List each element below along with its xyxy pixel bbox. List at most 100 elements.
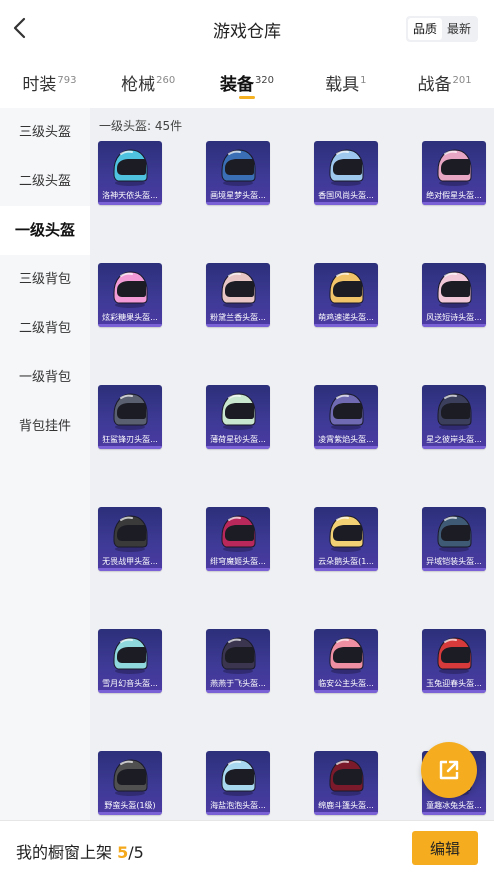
item-name: 绵鹿斗篷头盔... [318, 801, 374, 810]
active-tab-indicator [238, 96, 255, 99]
item-card[interactable]: 海盐泡泡头盔... [206, 751, 270, 815]
helmet-icon [113, 515, 148, 552]
item-card[interactable]: 凌霄紫焰头盔... [314, 385, 378, 449]
sidebar-item-level3-helmet[interactable]: 三级头盔 [0, 108, 90, 157]
item-card[interactable]: 野蛮头盔(1级) [98, 751, 162, 815]
helmet-icon [329, 149, 364, 186]
item-card[interactable]: 香国风尚头盔... [314, 141, 378, 205]
item-card[interactable]: 临安公主头盔... [314, 629, 378, 693]
item-name: 童趣冰兔头盔... [426, 801, 482, 810]
item-name: 粉黛兰香头盔... [210, 313, 266, 322]
helmet-icon [221, 759, 256, 796]
item-name: 云朵鹅头盔(1... [318, 557, 374, 566]
item-name: 香国风尚头盔... [318, 191, 374, 200]
sidebar-item-level1-helmet[interactable]: 一级头盔 [0, 206, 90, 255]
helmet-icon [113, 271, 148, 308]
section-title: 一级头盔: 45件 [99, 119, 183, 133]
helmet-icon [329, 271, 364, 308]
sidebar-item-backpack-charm[interactable]: 背包挂件 [0, 402, 90, 451]
item-name: 洛神天依头盔... [102, 191, 158, 200]
sidebar-item-level3-backpack[interactable]: 三级背包 [0, 255, 90, 304]
item-card[interactable]: 绵鹿斗篷头盔... [314, 751, 378, 815]
tab-count: 1 [360, 75, 367, 87]
helmet-icon [437, 515, 472, 552]
item-name: 画境星梦头盔... [210, 191, 266, 200]
item-card[interactable]: 炫彩糖果头盔... [98, 263, 162, 327]
item-card[interactable]: 异域铠装头盔... [422, 507, 486, 571]
item-card[interactable]: 玉兔迎春头盔... [422, 629, 486, 693]
item-card[interactable]: 粉黛兰香头盔... [206, 263, 270, 327]
share-icon [439, 760, 459, 780]
item-card[interactable]: 无畏战甲头盔... [98, 507, 162, 571]
item-name: 临安公主头盔... [318, 679, 374, 688]
sidebar-item-level2-helmet[interactable]: 二级头盔 [0, 157, 90, 206]
item-grid: 洛神天依头盔... 画境星梦头盔... 香国风尚头盔... 绝对假星头盔... 炫彩糖果… [98, 141, 486, 815]
tab-label: 载具 [325, 75, 360, 95]
item-name: 异域铠装头盔... [426, 557, 482, 566]
item-name: 风送短诗头盔... [426, 313, 482, 322]
item-card[interactable]: 雪月幻音头盔... [98, 629, 162, 693]
header: 游戏仓库 品质 最新 [0, 0, 494, 58]
item-card[interactable]: 云朵鹅头盔(1... [314, 507, 378, 571]
item-name: 凌霄紫焰头盔... [318, 435, 374, 444]
sort-option-latest[interactable]: 最新 [442, 18, 476, 40]
sidebar-item-level2-backpack[interactable]: 二级背包 [0, 304, 90, 353]
helmet-icon [113, 637, 148, 674]
tab-fashion[interactable]: 时装793 [0, 58, 98, 95]
helmet-icon [221, 393, 256, 430]
helmet-icon [221, 515, 256, 552]
item-name: 玉兔迎春头盔... [426, 679, 482, 688]
item-name: 狂鲨锋刃头盔... [102, 435, 158, 444]
item-card[interactable]: 星之彼岸头盔... [422, 385, 486, 449]
item-card[interactable]: 薄荷星砂头盔... [206, 385, 270, 449]
item-card[interactable]: 狂鲨锋刃头盔... [98, 385, 162, 449]
showcase-bar: 我的橱窗上架 5/5 编辑 [0, 820, 494, 875]
helmet-icon [437, 393, 472, 430]
helmet-icon [221, 637, 256, 674]
item-name: 雪月幻音头盔... [102, 679, 158, 688]
showcase-count: 5 [117, 843, 129, 862]
share-button[interactable] [421, 742, 477, 798]
item-name: 星之彼岸头盔... [426, 435, 482, 444]
helmet-icon [329, 759, 364, 796]
tab-label: 装备 [219, 75, 254, 95]
helmet-icon [113, 759, 148, 796]
tab-count: 260 [156, 75, 176, 87]
tab-equipment[interactable]: 装备320 [198, 58, 296, 99]
item-name: 萌鸡速递头盔... [318, 313, 374, 322]
edit-button[interactable]: 编辑 [412, 831, 478, 865]
sidebar-item-level1-backpack[interactable]: 一级背包 [0, 353, 90, 402]
item-card[interactable]: 风送短诗头盔... [422, 263, 486, 327]
item-grid-panel: 一级头盔: 45件 洛神天依头盔... 画境星梦头盔... 香国风尚头盔... 绝对假… [90, 108, 494, 820]
item-card[interactable]: 绯穹魔姬头盔... [206, 507, 270, 571]
item-name: 薄荷星砂头盔... [210, 435, 266, 444]
helmet-icon [437, 149, 472, 186]
category-tabs: 时装793 枪械260 装备320 载具1 战备201 [0, 58, 494, 108]
tab-label: 枪械 [121, 75, 156, 95]
tab-weapons[interactable]: 枪械260 [99, 58, 197, 95]
item-name: 海盐泡泡头盔... [210, 801, 266, 810]
helmet-icon [437, 271, 472, 308]
tab-count: 793 [57, 75, 77, 87]
item-name: 野蛮头盔(1级) [104, 801, 156, 810]
item-card[interactable]: 燕燕于飞头盔... [206, 629, 270, 693]
tab-vehicles[interactable]: 载具1 [297, 58, 395, 95]
item-card[interactable]: 画境星梦头盔... [206, 141, 270, 205]
sort-option-quality[interactable]: 品质 [407, 18, 442, 40]
item-card[interactable]: 绝对假星头盔... [422, 141, 486, 205]
showcase-label: 我的橱窗上架 [16, 843, 113, 862]
item-name: 炫彩糖果头盔... [102, 313, 158, 322]
helmet-icon [329, 515, 364, 552]
sort-toggle: 品质 最新 [405, 16, 478, 42]
sidebar: 三级头盔 二级头盔 一级头盔 三级背包 二级背包 一级背包 背包挂件 [0, 108, 90, 820]
helmet-icon [113, 149, 148, 186]
item-name: 燕燕于飞头盔... [210, 679, 266, 688]
helmet-icon [221, 149, 256, 186]
item-card[interactable]: 洛神天依头盔... [98, 141, 162, 205]
tab-count: 201 [452, 75, 472, 87]
item-name: 绯穹魔姬头盔... [210, 557, 266, 566]
item-card[interactable]: 萌鸡速递头盔... [314, 263, 378, 327]
tab-supplies[interactable]: 战备201 [396, 58, 494, 95]
helmet-icon [437, 637, 472, 674]
item-name: 无畏战甲头盔... [102, 557, 158, 566]
